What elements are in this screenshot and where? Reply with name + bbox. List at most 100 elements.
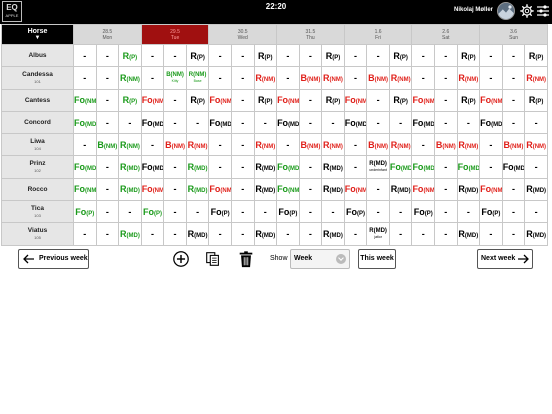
horse-name-cell[interactable]: Viatus 105 — [1, 222, 74, 246]
activity-cell[interactable]: - — [411, 222, 435, 246]
activity-cell[interactable]: - — [366, 177, 390, 202]
activity-cell[interactable]: R(P) — [185, 88, 210, 112]
activity-cell[interactable]: - — [163, 43, 187, 68]
activity-cell[interactable]: Fo(NM) — [411, 88, 435, 112]
activity-cell[interactable]: - — [95, 222, 120, 246]
activity-cell[interactable]: - — [140, 66, 165, 90]
activity-cell[interactable]: R(P) — [253, 88, 278, 112]
activity-cell[interactable]: - — [163, 177, 187, 202]
activity-cell[interactable]: - — [298, 88, 323, 112]
activity-cell[interactable]: R(MD) — [321, 177, 345, 202]
activity-cell[interactable]: - — [230, 88, 255, 112]
activity-cell[interactable]: - — [253, 110, 278, 135]
activity-cell[interactable]: R(MD) — [118, 222, 142, 246]
activity-cell[interactable]: - — [73, 222, 97, 246]
activity-cell[interactable]: R(NM) — [118, 66, 142, 90]
activity-cell[interactable]: - — [95, 110, 120, 135]
horse-name-cell[interactable]: Tica 103 — [1, 200, 74, 224]
activity-cell[interactable]: - — [140, 133, 165, 157]
activity-cell[interactable]: Fo(NM) — [479, 88, 503, 112]
activity-cell[interactable]: R(P) — [388, 43, 413, 68]
activity-cell[interactable]: - — [298, 200, 323, 224]
activity-cell[interactable]: - — [163, 222, 187, 246]
activity-cell[interactable]: B(NM) — [298, 66, 323, 90]
activity-cell[interactable]: R(MD) — [388, 177, 413, 202]
horse-name-cell[interactable]: Prinz 102 — [1, 155, 74, 179]
activity-cell[interactable]: - — [343, 43, 368, 68]
activity-cell[interactable]: - — [434, 222, 458, 246]
activity-cell[interactable]: - — [388, 110, 413, 135]
activity-cell[interactable]: - — [95, 200, 120, 224]
activity-cell[interactable]: - — [434, 200, 458, 224]
activity-cell[interactable]: Fo(MD) — [73, 155, 97, 179]
activity-cell[interactable]: R(NM) — [321, 66, 345, 90]
activity-cell[interactable]: R(P) — [118, 43, 142, 68]
activity-cell[interactable]: - — [140, 222, 165, 246]
activity-cell[interactable]: - — [276, 66, 300, 90]
activity-cell[interactable]: - — [479, 133, 503, 157]
activity-cell[interactable]: Fo(NM) — [343, 177, 368, 202]
activity-cell[interactable]: - — [230, 222, 255, 246]
activity-cell[interactable]: - — [434, 66, 458, 90]
activity-cell[interactable]: - — [95, 155, 120, 179]
activity-cell[interactable]: - — [230, 110, 255, 135]
activity-cell[interactable]: R(P) — [321, 88, 345, 112]
activity-cell[interactable]: R(NM) — [388, 133, 413, 157]
activity-cell[interactable]: B(NM) — [163, 133, 187, 157]
activity-cell[interactable]: - — [524, 200, 548, 224]
activity-cell[interactable]: R(P) — [456, 43, 481, 68]
activity-cell[interactable]: - — [501, 66, 526, 90]
activity-cell[interactable]: - — [501, 177, 526, 202]
activity-cell[interactable]: R(NM) — [388, 66, 413, 90]
activity-cell[interactable]: Fo(P) — [73, 200, 97, 224]
activity-cell[interactable]: R(P) — [118, 88, 142, 112]
activity-cell[interactable]: - — [140, 43, 165, 68]
activity-cell[interactable]: R(NM) — [456, 66, 481, 90]
activity-cell[interactable]: R(MD) — [253, 155, 278, 179]
activity-cell[interactable]: R(MD) jatior — [366, 222, 390, 246]
activity-cell[interactable]: Fo(MD) — [140, 110, 165, 135]
activity-cell[interactable]: - — [276, 222, 300, 246]
activity-cell[interactable]: - — [73, 133, 97, 157]
activity-cell[interactable]: - — [501, 222, 526, 246]
activity-cell[interactable]: - — [163, 200, 187, 224]
avatar[interactable] — [497, 2, 515, 20]
activity-cell[interactable]: - — [388, 200, 413, 224]
activity-cell[interactable]: R(P) — [253, 43, 278, 68]
activity-cell[interactable]: R(P) — [388, 88, 413, 112]
horse-name-cell[interactable]: Rocco — [1, 177, 74, 202]
activity-cell[interactable]: - — [253, 200, 278, 224]
activity-cell[interactable]: - — [343, 222, 368, 246]
horse-name-cell[interactable]: Concord — [1, 110, 74, 135]
activity-cell[interactable]: - — [298, 177, 323, 202]
activity-cell[interactable]: - — [73, 66, 97, 90]
activity-cell[interactable]: Fo(P) — [343, 200, 368, 224]
activity-cell[interactable]: R(MD) — [321, 222, 345, 246]
activity-cell[interactable]: Fo(MD) — [140, 155, 165, 179]
activity-cell[interactable]: R(NM) — [118, 133, 142, 157]
horse-name-cell[interactable]: Albus — [1, 43, 74, 68]
activity-cell[interactable]: Fo(MD) — [501, 155, 526, 179]
activity-cell[interactable]: R(MD) — [524, 222, 548, 246]
activity-cell[interactable]: R(P) — [524, 88, 548, 112]
activity-cell[interactable]: - — [230, 155, 255, 179]
activity-cell[interactable]: - — [95, 43, 120, 68]
horse-name-cell[interactable]: Candessa 101 — [1, 66, 74, 90]
activity-cell[interactable]: Fo(MD) — [456, 155, 481, 179]
activity-cell[interactable]: Fo(NM) — [140, 177, 165, 202]
horse-column-header[interactable]: Horse ▼ — [1, 24, 74, 45]
activity-cell[interactable]: - — [230, 66, 255, 90]
activity-cell[interactable]: - — [118, 110, 142, 135]
activity-cell[interactable]: Fo(NM) — [276, 177, 300, 202]
this-week-button[interactable]: This week — [358, 249, 396, 269]
activity-cell[interactable]: R(P) — [185, 43, 210, 68]
activity-cell[interactable]: B(NM) — [298, 133, 323, 157]
activity-cell[interactable]: - — [230, 43, 255, 68]
activity-cell[interactable]: R(NM) — [524, 66, 548, 90]
activity-cell[interactable]: R(MD) — [456, 177, 481, 202]
activity-cell[interactable]: R(MD) — [456, 222, 481, 246]
activity-cell[interactable]: - — [501, 200, 526, 224]
activity-cell[interactable]: - — [321, 200, 345, 224]
activity-cell[interactable]: - — [185, 200, 210, 224]
activity-cell[interactable]: Fo(MD) — [388, 155, 413, 179]
